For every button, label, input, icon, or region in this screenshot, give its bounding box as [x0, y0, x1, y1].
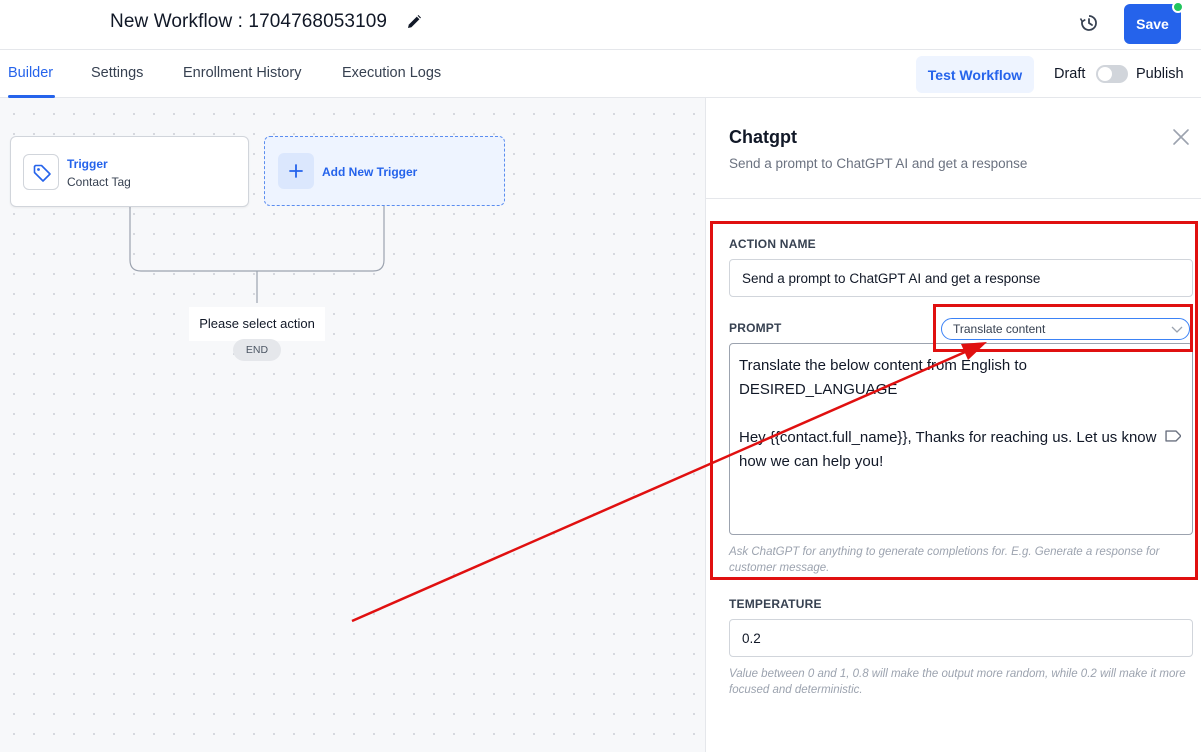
- tab-builder[interactable]: Builder: [8, 65, 53, 81]
- test-workflow-button[interactable]: Test Workflow: [916, 56, 1034, 93]
- add-new-trigger-node[interactable]: Add New Trigger: [264, 136, 505, 206]
- toggle-knob: [1098, 67, 1112, 81]
- trigger-subtitle: Contact Tag: [67, 175, 131, 189]
- tab-settings[interactable]: Settings: [91, 65, 143, 81]
- temperature-label: TEMPERATURE: [729, 597, 822, 611]
- pencil-icon[interactable]: [406, 14, 422, 30]
- status-dot: [1172, 1, 1184, 13]
- tag-icon: [33, 164, 51, 182]
- draft-label: Draft: [1054, 66, 1086, 82]
- add-trigger-label: Add New Trigger: [322, 165, 418, 179]
- trigger-title: Trigger: [67, 157, 108, 171]
- panel-divider: [705, 198, 1201, 199]
- trigger-node[interactable]: Trigger Contact Tag: [10, 136, 249, 207]
- tab-execution-logs[interactable]: Execution Logs: [342, 65, 441, 81]
- history-icon[interactable]: [1079, 13, 1099, 33]
- temperature-hint: Value between 0 and 1, 0.8 will make the…: [729, 668, 1186, 696]
- annotation-highlight-box: [710, 221, 1198, 580]
- close-icon[interactable]: [1172, 128, 1190, 146]
- plus-icon-box: [278, 153, 314, 189]
- plus-icon: [289, 164, 303, 178]
- publish-toggle[interactable]: [1096, 65, 1128, 83]
- panel-subtitle: Send a prompt to ChatGPT AI and get a re…: [729, 156, 1028, 171]
- workflow-title: New Workflow : 1704768053109: [110, 11, 388, 32]
- publish-label: Publish: [1136, 66, 1184, 82]
- annotation-highlight-select: [933, 304, 1193, 352]
- tab-enrollment-history[interactable]: Enrollment History: [183, 65, 301, 81]
- end-node: END: [233, 339, 281, 361]
- app-header: New Workflow : 1704768053109 Save: [0, 0, 1201, 50]
- panel-title: Chatgpt: [729, 127, 797, 147]
- trigger-icon-box: [23, 154, 59, 190]
- temperature-input[interactable]: [729, 619, 1193, 657]
- select-action-node[interactable]: Please select action: [189, 307, 325, 341]
